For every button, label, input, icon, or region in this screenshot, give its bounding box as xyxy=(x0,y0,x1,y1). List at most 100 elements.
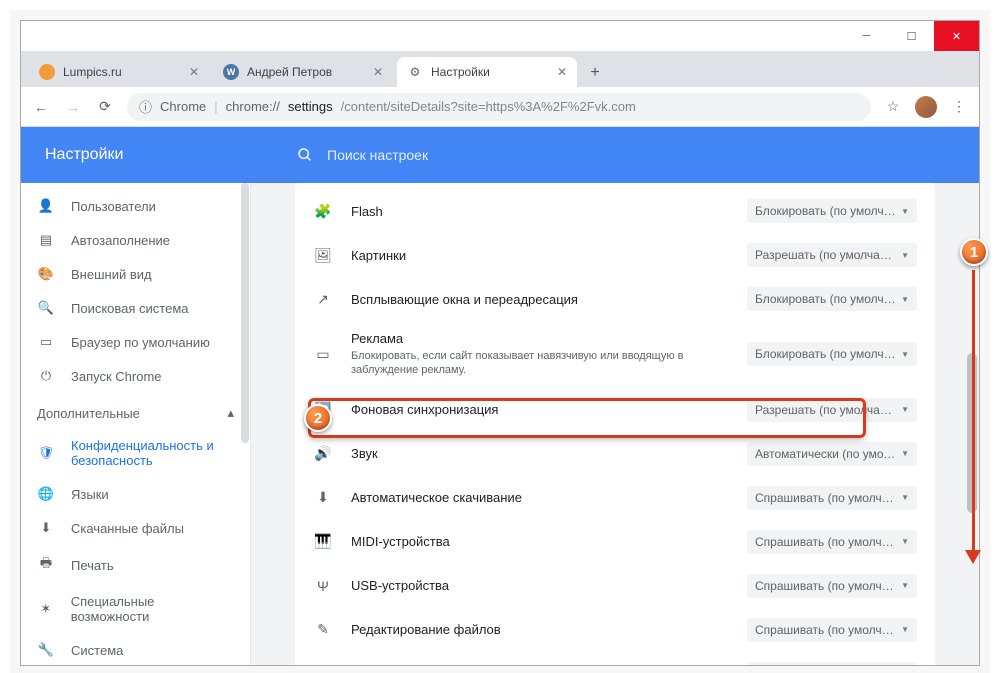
settings-sidebar: 👤Пользователи ▤Автозаполнение 🎨Внешний в… xyxy=(21,183,251,665)
sidebar-item-accessibility[interactable]: ✶Специальные возможности xyxy=(21,585,250,633)
annotation-arrow-down xyxy=(965,270,981,564)
close-window-button[interactable]: ✕ xyxy=(934,21,979,51)
tab-strip: Lumpics.ru ✕ W Андрей Петров ✕ ⚙ Настрой… xyxy=(21,51,979,87)
permission-select[interactable]: Блокировать (по умолчанию) ▼ xyxy=(747,199,917,223)
midi-icon: 🎹 xyxy=(313,533,333,550)
back-button[interactable]: ← xyxy=(31,97,51,117)
url-host: chrome:// xyxy=(226,99,280,114)
settings-content: Настройки Поиск настроек 👤Пользователи ▤… xyxy=(21,127,979,665)
permission-label: Всплывающие окна и переадресация xyxy=(351,292,729,307)
person-icon: 👤 xyxy=(37,198,55,214)
sidebar-scrollbar[interactable] xyxy=(240,183,250,665)
search-placeholder: Поиск настроек xyxy=(327,147,428,163)
permission-select[interactable]: Разрешать (по умолчанию) ▼ xyxy=(747,398,917,422)
permission-value: Спрашивать (по умолчанию) xyxy=(755,491,897,505)
permission-select[interactable]: Спрашивать (по умолчанию) ▼ xyxy=(747,486,917,510)
sidebar-item-languages[interactable]: 🌐Языки xyxy=(21,477,250,511)
sidebar-item-privacy[interactable]: 🛡Конфиденциальность и безопасность xyxy=(21,429,250,477)
settings-search[interactable]: Поиск настроек xyxy=(277,147,979,163)
settings-main: 🧩 Flash Блокировать (по умолчанию) ▼ 🖼 К… xyxy=(251,183,979,665)
permission-label: MIDI-устройства xyxy=(351,534,729,549)
permission-label: РекламаБлокировать, если сайт показывает… xyxy=(351,331,729,378)
bookmark-star-icon[interactable]: ☆ xyxy=(883,97,903,117)
puzzle-icon: 🧩 xyxy=(313,203,333,220)
power-icon: ⏻ xyxy=(37,368,55,384)
clipboard-icon: ▤ xyxy=(37,232,55,248)
profile-avatar[interactable] xyxy=(915,96,937,118)
sidebar-item-users[interactable]: 👤Пользователи xyxy=(21,189,250,223)
permission-row-image: 🖼 Картинки Разрешать (по умолчанию) ▼ xyxy=(295,233,935,277)
permission-value: Спрашивать (по умолчанию) xyxy=(755,623,897,637)
maximize-button[interactable]: ☐ xyxy=(889,21,934,51)
window-titlebar: ─ ☐ ✕ xyxy=(21,21,979,51)
sidebar-item-downloads[interactable]: ⬇Скачанные файлы xyxy=(21,511,250,545)
annotation-marker-2: 2 xyxy=(304,404,332,432)
forward-button[interactable]: → xyxy=(63,97,83,117)
url-path-bold: settings xyxy=(288,99,333,114)
sidebar-item-default-browser[interactable]: ▭Браузер по умолчанию xyxy=(21,325,250,359)
chevron-up-icon: ▴ xyxy=(227,405,234,421)
sidebar-item-system[interactable]: 🔧Система xyxy=(21,633,250,665)
vk-icon: W xyxy=(223,64,239,80)
permission-select[interactable]: Спрашивать (по умолчанию) ▼ xyxy=(747,574,917,598)
permission-label: Картинки xyxy=(351,248,729,263)
chevron-down-icon: ▼ xyxy=(901,581,909,590)
ads-icon: ▭ xyxy=(313,346,333,363)
accessibility-icon: ✶ xyxy=(37,601,55,617)
permission-row-ads: ▭ РекламаБлокировать, если сайт показыва… xyxy=(295,321,935,388)
gear-icon: ⚙ xyxy=(407,64,423,80)
toolbar: ← → ⟳ ⓘ Chrome | chrome://settings/conte… xyxy=(21,87,979,127)
permission-select[interactable]: Разрешать (по умолчанию) ▼ xyxy=(747,243,917,267)
download-icon: ⬇ xyxy=(313,489,333,506)
permission-value: Блокировать (по умолчанию) xyxy=(755,292,897,306)
chevron-down-icon: ▼ xyxy=(901,537,909,546)
permission-label: Звук xyxy=(351,446,729,461)
tab-vk[interactable]: W Андрей Петров ✕ xyxy=(213,57,393,87)
search-icon xyxy=(297,147,313,163)
permission-row-sound: 🔊 Звук Автоматически (по умолчанию) ▼ xyxy=(295,432,935,476)
url-path-rest: /content/siteDetails?site=https%3A%2F%2F… xyxy=(341,99,636,114)
chevron-down-icon: ▼ xyxy=(901,350,909,359)
sidebar-item-autofill[interactable]: ▤Автозаполнение xyxy=(21,223,250,257)
permission-select[interactable]: Блокировать (по умолчанию) ▼ xyxy=(747,287,917,311)
tab-settings[interactable]: ⚙ Настройки ✕ xyxy=(397,57,577,87)
kebab-menu-icon[interactable]: ⋮ xyxy=(949,97,969,117)
address-bar[interactable]: ⓘ Chrome | chrome://settings/content/sit… xyxy=(127,93,871,121)
sidebar-item-appearance[interactable]: 🎨Внешний вид xyxy=(21,257,250,291)
chevron-down-icon: ▼ xyxy=(901,251,909,260)
close-tab-icon[interactable]: ✕ xyxy=(373,65,383,79)
sidebar-item-search-engine[interactable]: 🔍Поисковая система xyxy=(21,291,250,325)
sidebar-item-startup[interactable]: ⏻Запуск Chrome xyxy=(21,359,250,393)
chevron-down-icon: ▼ xyxy=(901,207,909,216)
permission-select[interactable]: Автоматически (по умолчанию) ▼ xyxy=(747,442,917,466)
tab-lumpics[interactable]: Lumpics.ru ✕ xyxy=(29,57,209,87)
minimize-button[interactable]: ─ xyxy=(844,21,889,51)
permission-select[interactable]: Блокировать (по умолчанию) ▼ xyxy=(747,342,917,366)
permission-select[interactable]: Спрашивать (по умолчанию) ▼ xyxy=(747,662,917,665)
permission-label: Фоновая синхронизация xyxy=(351,402,729,417)
close-tab-icon[interactable]: ✕ xyxy=(189,65,199,79)
permissions-card: 🧩 Flash Блокировать (по умолчанию) ▼ 🖼 К… xyxy=(295,183,935,665)
tab-label: Настройки xyxy=(431,65,549,79)
permission-value: Разрешать (по умолчанию) xyxy=(755,403,897,417)
image-icon: 🖼 xyxy=(313,247,333,264)
permission-select[interactable]: Спрашивать (по умолчанию) ▼ xyxy=(747,530,917,554)
browser-icon: ▭ xyxy=(37,334,55,350)
reload-button[interactable]: ⟳ xyxy=(95,97,115,117)
permission-value: Блокировать (по умолчанию) xyxy=(755,347,897,361)
popup-icon: ↗ xyxy=(313,291,333,308)
permission-row-sync: 🔄 Фоновая синхронизация Разрешать (по ум… xyxy=(295,388,935,432)
permission-row-puzzle: 🧩 Flash Блокировать (по умолчанию) ▼ xyxy=(295,189,935,233)
permission-value: Спрашивать (по умолчанию) xyxy=(755,579,897,593)
sidebar-advanced-header[interactable]: Дополнительные▴ xyxy=(21,393,250,429)
settings-header: Настройки Поиск настроек xyxy=(21,127,979,183)
permission-select[interactable]: Спрашивать (по умолчанию) ▼ xyxy=(747,618,917,642)
permission-label: USB-устройства xyxy=(351,578,729,593)
sidebar-item-print[interactable]: 🖶Печать xyxy=(21,545,250,585)
close-tab-icon[interactable]: ✕ xyxy=(557,65,567,79)
permission-value: Блокировать (по умолчанию) xyxy=(755,204,897,218)
search-icon: 🔍 xyxy=(37,300,55,316)
permission-row-edit: ✎ Редактирование файлов Спрашивать (по у… xyxy=(295,608,935,652)
permission-row-puzzle: 🧩 Доступ к плагинам вне тестовой среды С… xyxy=(295,652,935,665)
new-tab-button[interactable]: + xyxy=(581,59,609,87)
